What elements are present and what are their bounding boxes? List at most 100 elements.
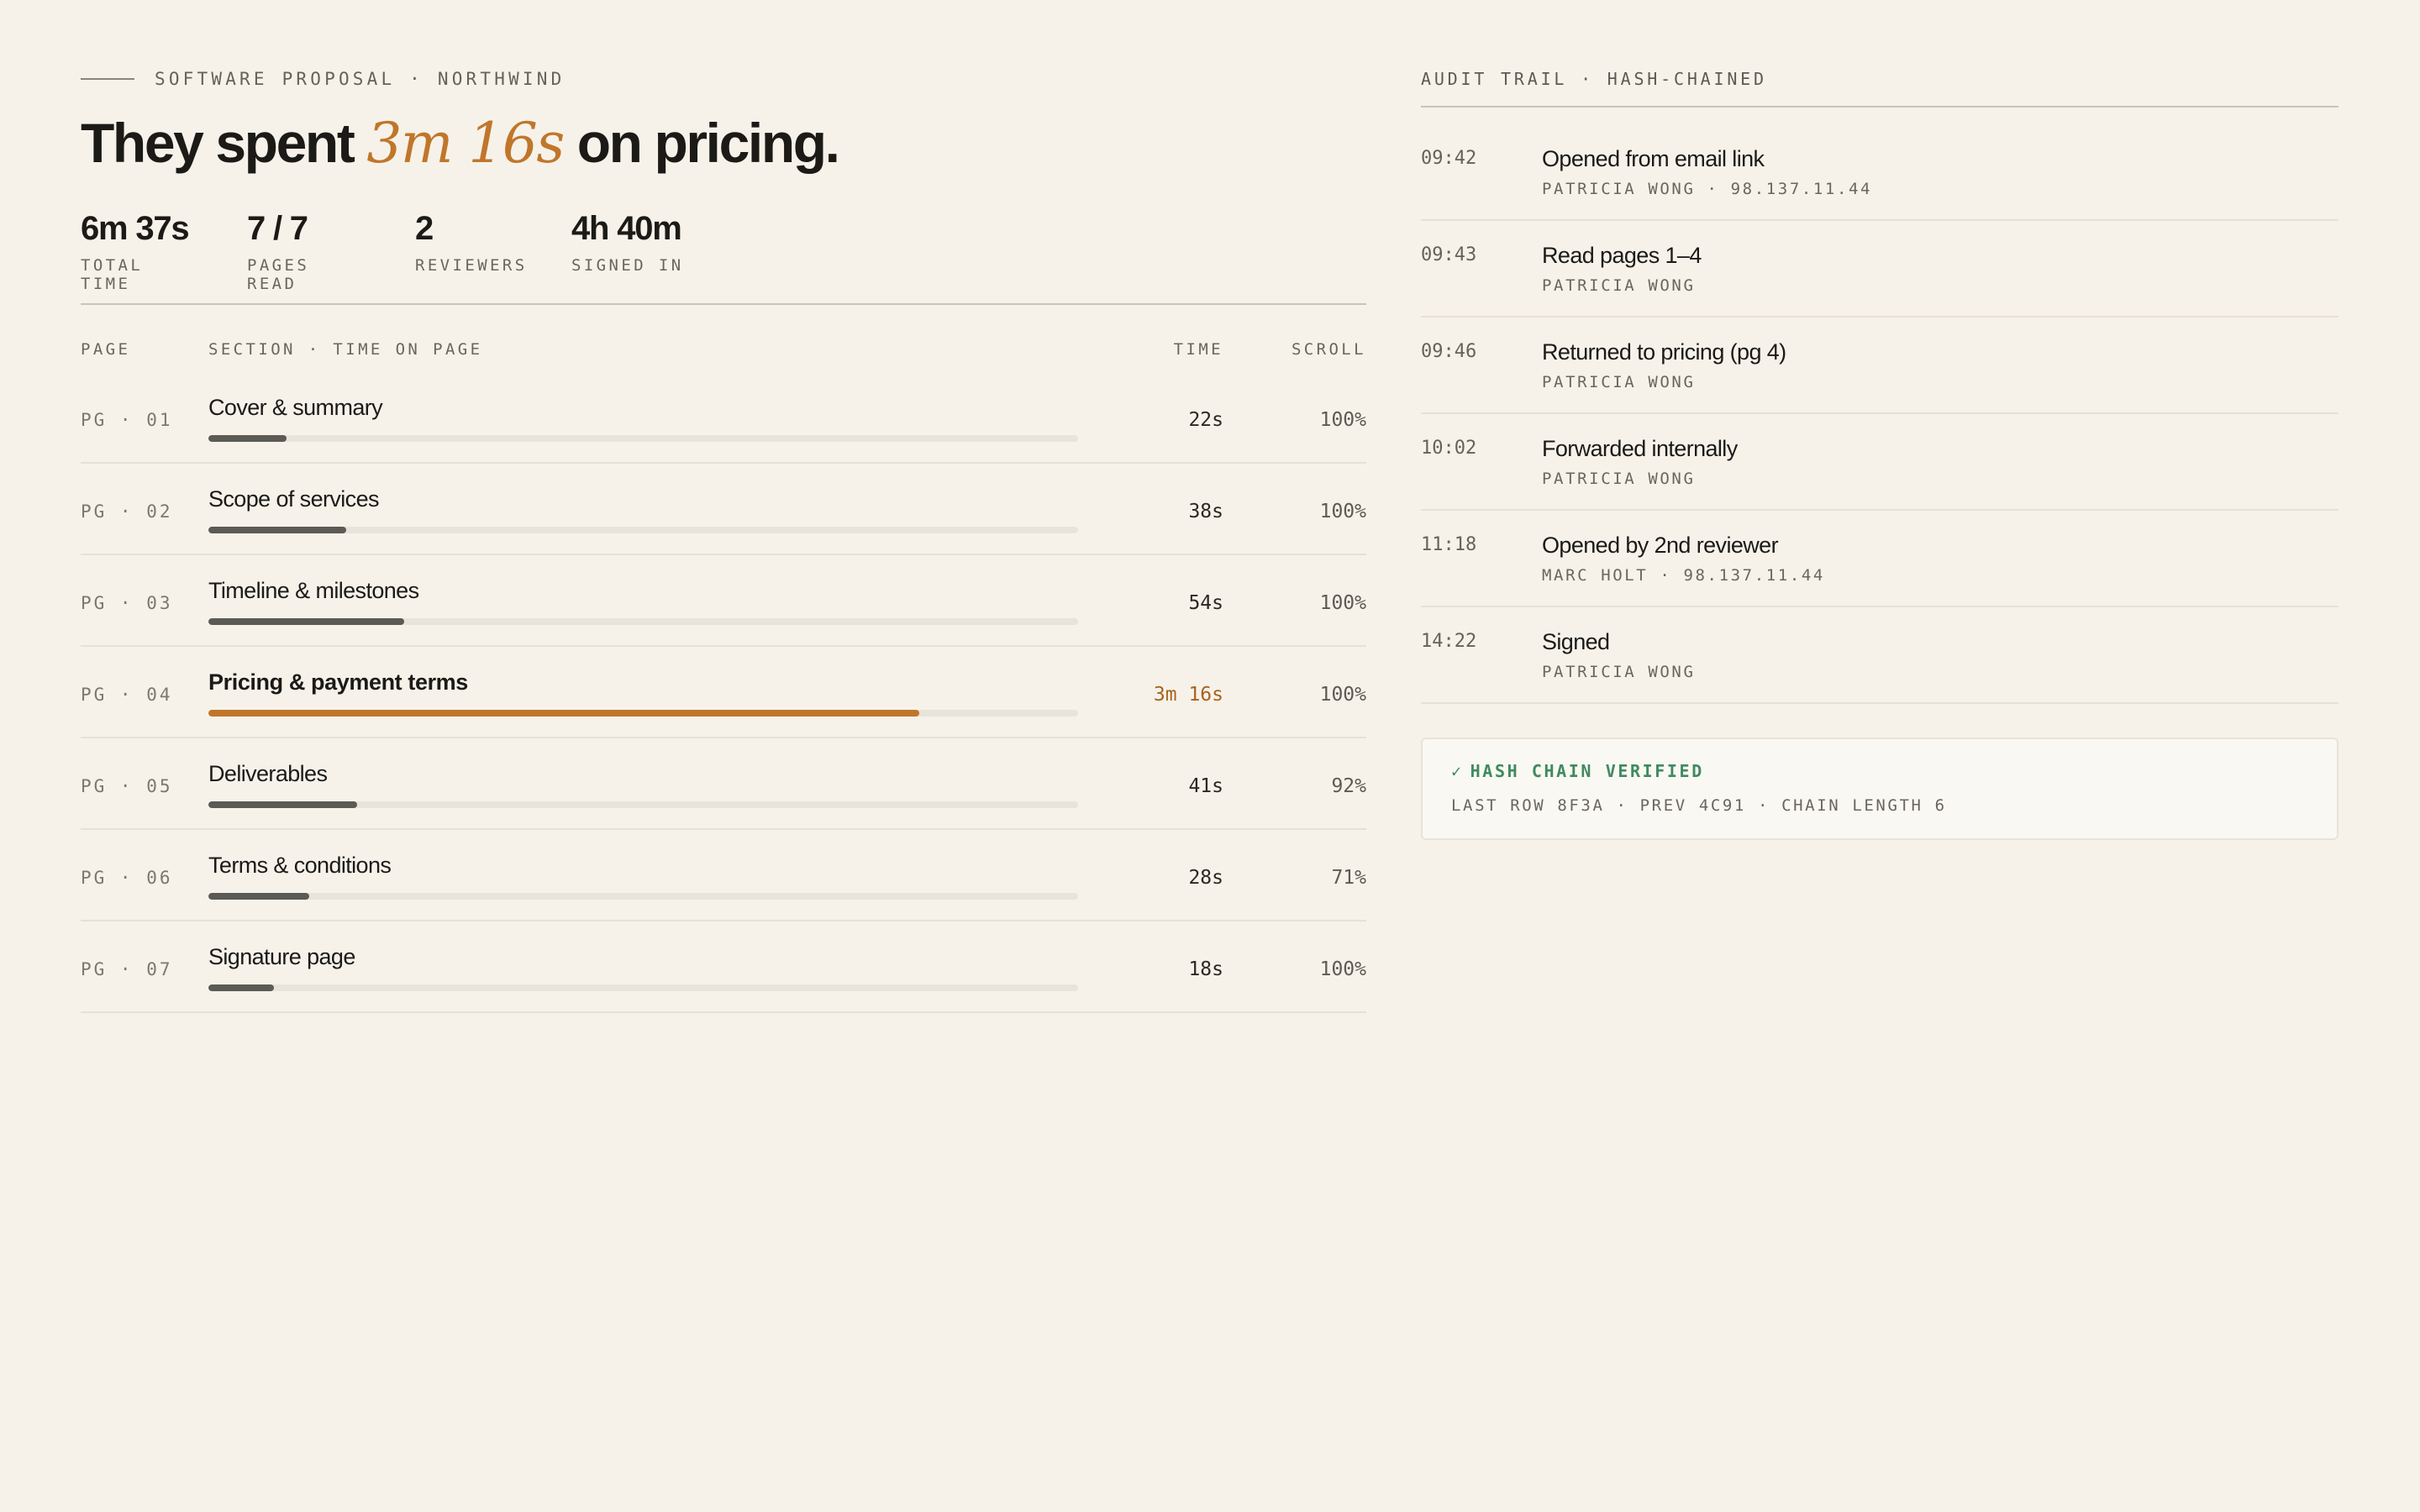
eyebrow-rule <box>81 78 134 80</box>
table-row: PG · 01 Cover & summary 22s 100% <box>81 372 1366 464</box>
audit-trail-panel: Audit trail · hash-chained 09:42 Opened f… <box>1421 66 2338 840</box>
time-bar-fill <box>208 801 357 808</box>
time-bar-track <box>208 434 1078 442</box>
time-bar-track <box>208 801 1078 808</box>
stat-label: Signed in <box>571 256 684 275</box>
section-cell: Terms & conditions <box>208 851 1078 900</box>
section-title: Pricing & payment terms <box>208 669 468 695</box>
event-body: Opened from email link Patricia Wong · 98… <box>1542 144 2338 219</box>
time-bar-track <box>208 984 1078 991</box>
event-body: Signed Patricia Wong <box>1542 627 2338 702</box>
time-on-page: 3m 16s <box>1153 683 1223 706</box>
event-title: Forwarded internally <box>1542 436 1738 461</box>
headline-accent: 3m 16s <box>366 111 565 176</box>
section-cell: Deliverables <box>208 759 1078 808</box>
time-bar-fill <box>208 984 274 991</box>
summary-stats: 6m 37s Total time 7 / 7 Pages read 2 Rev… <box>81 209 1366 293</box>
audit-trail-title: Audit trail · hash-chained <box>1421 69 1767 89</box>
section-title: Timeline & milestones <box>208 577 419 603</box>
event-meta: Patricia Wong <box>1542 470 1696 488</box>
audit-event: 14:22 Signed Patricia Wong <box>1421 607 2338 704</box>
audit-event: 09:43 Read pages 1–4 Patricia Wong <box>1421 221 2338 318</box>
event-time: 09:46 <box>1421 341 1477 362</box>
event-title: Opened from email link <box>1542 146 1765 171</box>
verification-meta: Last row 8F3A · prev 4C91 · chain length… <box>1451 796 1947 815</box>
scroll-depth: 100% <box>1319 500 1366 522</box>
stat-label: Total time <box>81 256 144 293</box>
time-on-page: 41s <box>1188 774 1223 797</box>
page-title: They spent 3m 16s on pricing. <box>81 106 1366 181</box>
table-row: PG · 07 Signature page 18s 100% <box>81 921 1366 1013</box>
stat-signed-in: 4h 40m Signed in <box>571 209 684 280</box>
page-number: PG · 03 <box>81 592 173 613</box>
page-number: PG · 02 <box>81 501 173 522</box>
event-meta: Patricia Wong <box>1542 373 1696 391</box>
table-row: PG · 02 Scope of services 38s 100% <box>81 464 1366 555</box>
scroll-depth: 100% <box>1319 683 1366 706</box>
time-bar-track <box>208 892 1078 900</box>
section-cell: Timeline & milestones <box>208 576 1078 625</box>
stat-label: Reviewers <box>415 256 528 275</box>
scroll-depth: 100% <box>1319 958 1366 980</box>
event-meta: Patricia Wong · 98.137.11.44 <box>1542 180 1873 198</box>
table-row: PG · 05 Deliverables 41s 92% <box>81 738 1366 830</box>
page-table: PG · 01 Cover & summary 22s 100% PG · 02 Scop… <box>81 372 1366 1013</box>
table-header: Page Section · time on page Time Scroll <box>81 327 1366 372</box>
divider <box>81 303 1366 305</box>
event-title: Opened by 2nd reviewer <box>1542 533 1779 558</box>
section-title: Deliverables <box>208 760 328 786</box>
event-meta: Patricia Wong <box>1542 276 1696 295</box>
eyebrow: Software proposal · Northwind <box>81 66 1366 92</box>
stat-label: Pages read <box>247 256 310 293</box>
event-title: Returned to pricing (pg 4) <box>1542 339 1786 365</box>
section-cell: Cover & summary <box>208 393 1078 442</box>
column-header-section: Section · time on page <box>208 340 483 359</box>
event-time: 14:22 <box>1421 631 1477 652</box>
section-cell: Pricing & payment terms <box>208 668 1078 717</box>
time-on-page: 28s <box>1188 866 1223 889</box>
page-number: PG · 04 <box>81 684 173 705</box>
check-icon: ✓ <box>1451 761 1464 781</box>
stat-reviewers: 2 Reviewers <box>415 209 528 280</box>
section-title: Cover & summary <box>208 394 383 420</box>
table-row: PG · 04 Pricing & payment terms 3m 16s 100% <box>81 647 1366 738</box>
section-title: Signature page <box>208 943 355 969</box>
verification-status: ✓ Hash chain verified <box>1451 761 2308 781</box>
event-time: 09:43 <box>1421 244 1477 265</box>
time-bar-fill <box>208 892 310 900</box>
proposal-analytics-panel: Software proposal · Northwind They spent… <box>81 66 1366 1013</box>
scroll-depth: 100% <box>1319 591 1366 614</box>
event-title: Read pages 1–4 <box>1542 243 1702 268</box>
column-header-page: Page <box>81 340 131 359</box>
verification-status-label: Hash chain verified <box>1470 761 1704 781</box>
event-time: 11:18 <box>1421 534 1477 555</box>
hash-verification-card: ✓ Hash chain verified Last row 8F3A · pre… <box>1421 738 2338 840</box>
time-on-page: 54s <box>1188 591 1223 614</box>
time-bar-track <box>208 617 1078 625</box>
section-cell: Signature page <box>208 942 1078 991</box>
audit-event: 09:46 Returned to pricing (pg 4) Patricia … <box>1421 318 2338 414</box>
time-bar-fill <box>208 617 404 625</box>
time-bar-fill <box>208 434 287 442</box>
divider <box>1421 106 2338 108</box>
headline-suffix: on pricing. <box>563 112 840 174</box>
event-body: Forwarded internally Patricia Wong <box>1542 434 2338 509</box>
time-on-page: 18s <box>1188 958 1223 980</box>
audit-event: 10:02 Forwarded internally Patricia Wong <box>1421 414 2338 511</box>
time-bar-track <box>208 526 1078 533</box>
section-title: Terms & conditions <box>208 852 392 878</box>
scroll-depth: 92% <box>1331 774 1366 797</box>
column-header-time: Time <box>1173 340 1223 359</box>
audit-event: 09:42 Opened from email link Patricia Wong… <box>1421 124 2338 221</box>
stat-value: 6m 37s <box>81 210 190 247</box>
time-bar-fill <box>208 709 919 717</box>
event-meta: Marc Holt · 98.137.11.44 <box>1542 566 1825 585</box>
event-title: Signed <box>1542 629 1610 654</box>
time-bar-track <box>208 709 1078 717</box>
stat-value: 4h 40m <box>571 210 682 247</box>
event-body: Returned to pricing (pg 4) Patricia Wong <box>1542 338 2338 412</box>
event-meta: Patricia Wong <box>1542 663 1696 681</box>
stat-value: 2 <box>415 210 434 247</box>
audit-event-list: 09:42 Opened from email link Patricia Wong… <box>1421 124 2338 704</box>
event-time: 10:02 <box>1421 438 1477 459</box>
